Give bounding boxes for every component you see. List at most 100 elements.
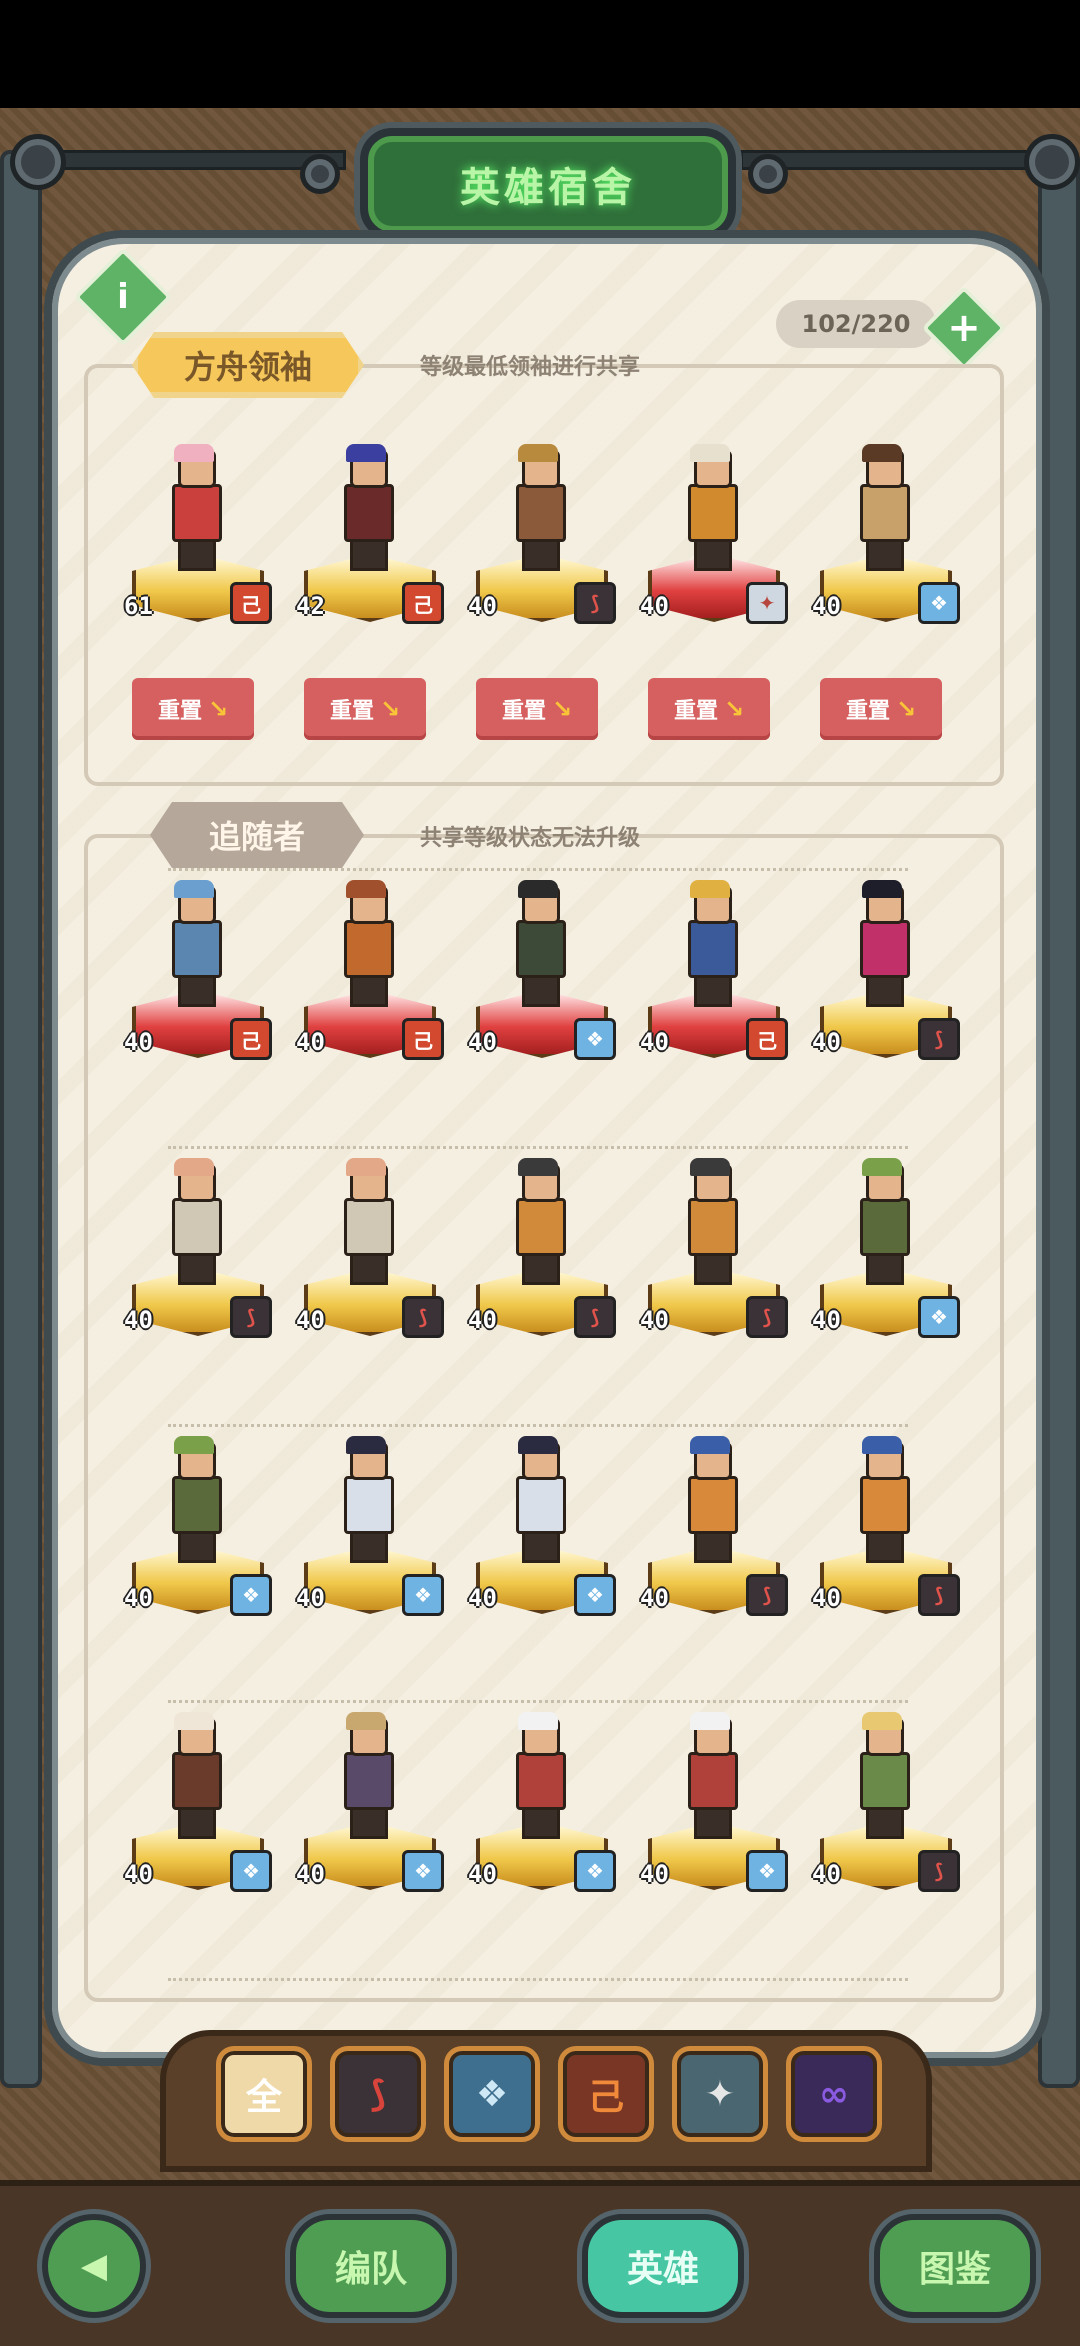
hero-body — [172, 484, 222, 542]
followers-tag: 追随者 — [150, 802, 364, 868]
hero-level: 40 — [812, 1584, 841, 1612]
hero-sprite — [678, 880, 742, 1007]
hero-level: 40 — [124, 1860, 153, 1888]
hero-sprite — [334, 1158, 398, 1285]
hero-sprite — [850, 1158, 914, 1285]
hero-slot[interactable]: 40 ❖ — [812, 444, 960, 650]
reset-button[interactable]: 重置 ↘ — [132, 678, 254, 740]
hero-level: 40 — [640, 592, 669, 620]
wolf-class-icon: ❖ — [574, 1018, 616, 1060]
hero-slot[interactable]: 40 ❖ — [468, 880, 616, 1086]
wolf-filter-icon: ❖ — [475, 2073, 509, 2115]
hero-slot[interactable]: 61 己 — [124, 444, 272, 650]
hero-level: 40 — [640, 1584, 669, 1612]
row-divider — [168, 1424, 908, 1427]
hero-slot[interactable]: 40 己 — [124, 880, 272, 1086]
back-button[interactable]: ◀ — [42, 2214, 146, 2318]
hero-slot[interactable]: 40 ❖ — [296, 1436, 444, 1642]
row-divider — [168, 1146, 908, 1149]
hero-level: 40 — [296, 1028, 325, 1056]
blade-class-icon: ⟆ — [746, 1296, 788, 1338]
hero-level: 40 — [812, 1028, 841, 1056]
hero-level: 40 — [124, 1584, 153, 1612]
wolf-class-icon: ❖ — [402, 1850, 444, 1892]
title-left-bolt-icon — [300, 154, 340, 194]
heroes-button[interactable]: 英雄 — [582, 2214, 744, 2318]
page-title: 英雄宿舍 — [460, 165, 636, 211]
filter-wolf-button[interactable]: ❖ — [444, 2046, 540, 2142]
fire-filter-icon: 己 — [587, 2077, 624, 2118]
hero-sprite — [850, 444, 914, 571]
hero-slot[interactable]: 40 ❖ — [124, 1712, 272, 1918]
hero-body — [172, 1476, 222, 1534]
hero-slot[interactable]: 40 ⟆ — [640, 1158, 788, 1364]
wolf-class-icon: ❖ — [918, 1296, 960, 1338]
hero-slot[interactable]: 40 ⟆ — [812, 1436, 960, 1642]
filter-all-button[interactable]: 全 — [216, 2046, 312, 2142]
hero-hair — [862, 444, 902, 462]
hero-hair — [346, 1158, 386, 1176]
hero-slot[interactable]: 40 ❖ — [468, 1436, 616, 1642]
fire-class-icon: 己 — [230, 582, 272, 624]
hero-slot[interactable]: 40 己 — [640, 880, 788, 1086]
hero-slot[interactable]: 40 ❖ — [468, 1712, 616, 1918]
filter-fire-button[interactable]: 己 — [558, 2046, 654, 2142]
wolf-class-icon: ❖ — [918, 582, 960, 624]
hero-slot[interactable]: 40 ⟆ — [640, 1436, 788, 1642]
row-divider — [168, 1700, 908, 1703]
filter-blade-button[interactable]: ⟆ — [330, 2046, 426, 2142]
hero-slot[interactable]: 40 ❖ — [812, 1158, 960, 1364]
blade-class-icon: ⟆ — [574, 582, 616, 624]
hero-sprite — [162, 444, 226, 571]
hero-sprite — [678, 444, 742, 571]
hero-slot[interactable]: 42 己 — [296, 444, 444, 650]
filter-infinity-button[interactable]: ∞ — [786, 2046, 882, 2142]
fire-class-icon: 己 — [402, 1018, 444, 1060]
reset-button[interactable]: 重置 ↘ — [820, 678, 942, 740]
reset-label: 重置 — [845, 699, 890, 724]
hero-slot[interactable]: 40 ⟆ — [468, 1158, 616, 1364]
hero-sprite — [162, 880, 226, 1007]
hero-slot[interactable]: 40 ⟆ — [812, 1712, 960, 1918]
hero-slot[interactable]: 40 ❖ — [640, 1712, 788, 1918]
hero-hair — [346, 880, 386, 898]
hero-hair — [690, 444, 730, 462]
info-icon: i — [117, 277, 129, 317]
hero-slot[interactable]: 40 ✦ — [640, 444, 788, 650]
hero-body — [172, 1198, 222, 1256]
hero-slot[interactable]: 40 ⟆ — [124, 1158, 272, 1364]
reset-label: 重置 — [501, 699, 546, 724]
hero-sprite — [334, 444, 398, 571]
hero-sprite — [678, 1158, 742, 1285]
hero-level: 40 — [468, 592, 497, 620]
hero-slot[interactable]: 40 ❖ — [124, 1436, 272, 1642]
blade-class-icon: ⟆ — [746, 1574, 788, 1616]
hero-hair — [862, 1436, 902, 1454]
hero-body — [344, 920, 394, 978]
hero-body — [688, 484, 738, 542]
blade-class-icon: ⟆ — [918, 1574, 960, 1616]
hero-hair — [346, 1712, 386, 1730]
reset-button[interactable]: 重置 ↘ — [648, 678, 770, 740]
reset-button[interactable]: 重置 ↘ — [304, 678, 426, 740]
hero-body — [860, 920, 910, 978]
hero-sprite — [162, 1158, 226, 1285]
wolf-class-icon: ❖ — [402, 1574, 444, 1616]
hero-slot[interactable]: 40 ⟆ — [296, 1158, 444, 1364]
hero-sprite — [162, 1712, 226, 1839]
hero-hair — [518, 1158, 558, 1176]
hero-body — [516, 920, 566, 978]
hero-hair — [174, 1436, 214, 1454]
filter-feather-button[interactable]: ✦ — [672, 2046, 768, 2142]
hero-slot[interactable]: 40 ⟆ — [812, 880, 960, 1086]
reset-button[interactable]: 重置 ↘ — [476, 678, 598, 740]
hero-body — [688, 1476, 738, 1534]
hero-hair — [174, 1712, 214, 1730]
hero-slot[interactable]: 40 己 — [296, 880, 444, 1086]
wolf-class-icon: ❖ — [574, 1850, 616, 1892]
hero-slot[interactable]: 40 ❖ — [296, 1712, 444, 1918]
hero-sprite — [334, 880, 398, 1007]
hero-slot[interactable]: 40 ⟆ — [468, 444, 616, 650]
team-button[interactable]: 编队 — [290, 2214, 452, 2318]
codex-button[interactable]: 图鉴 — [874, 2214, 1036, 2318]
